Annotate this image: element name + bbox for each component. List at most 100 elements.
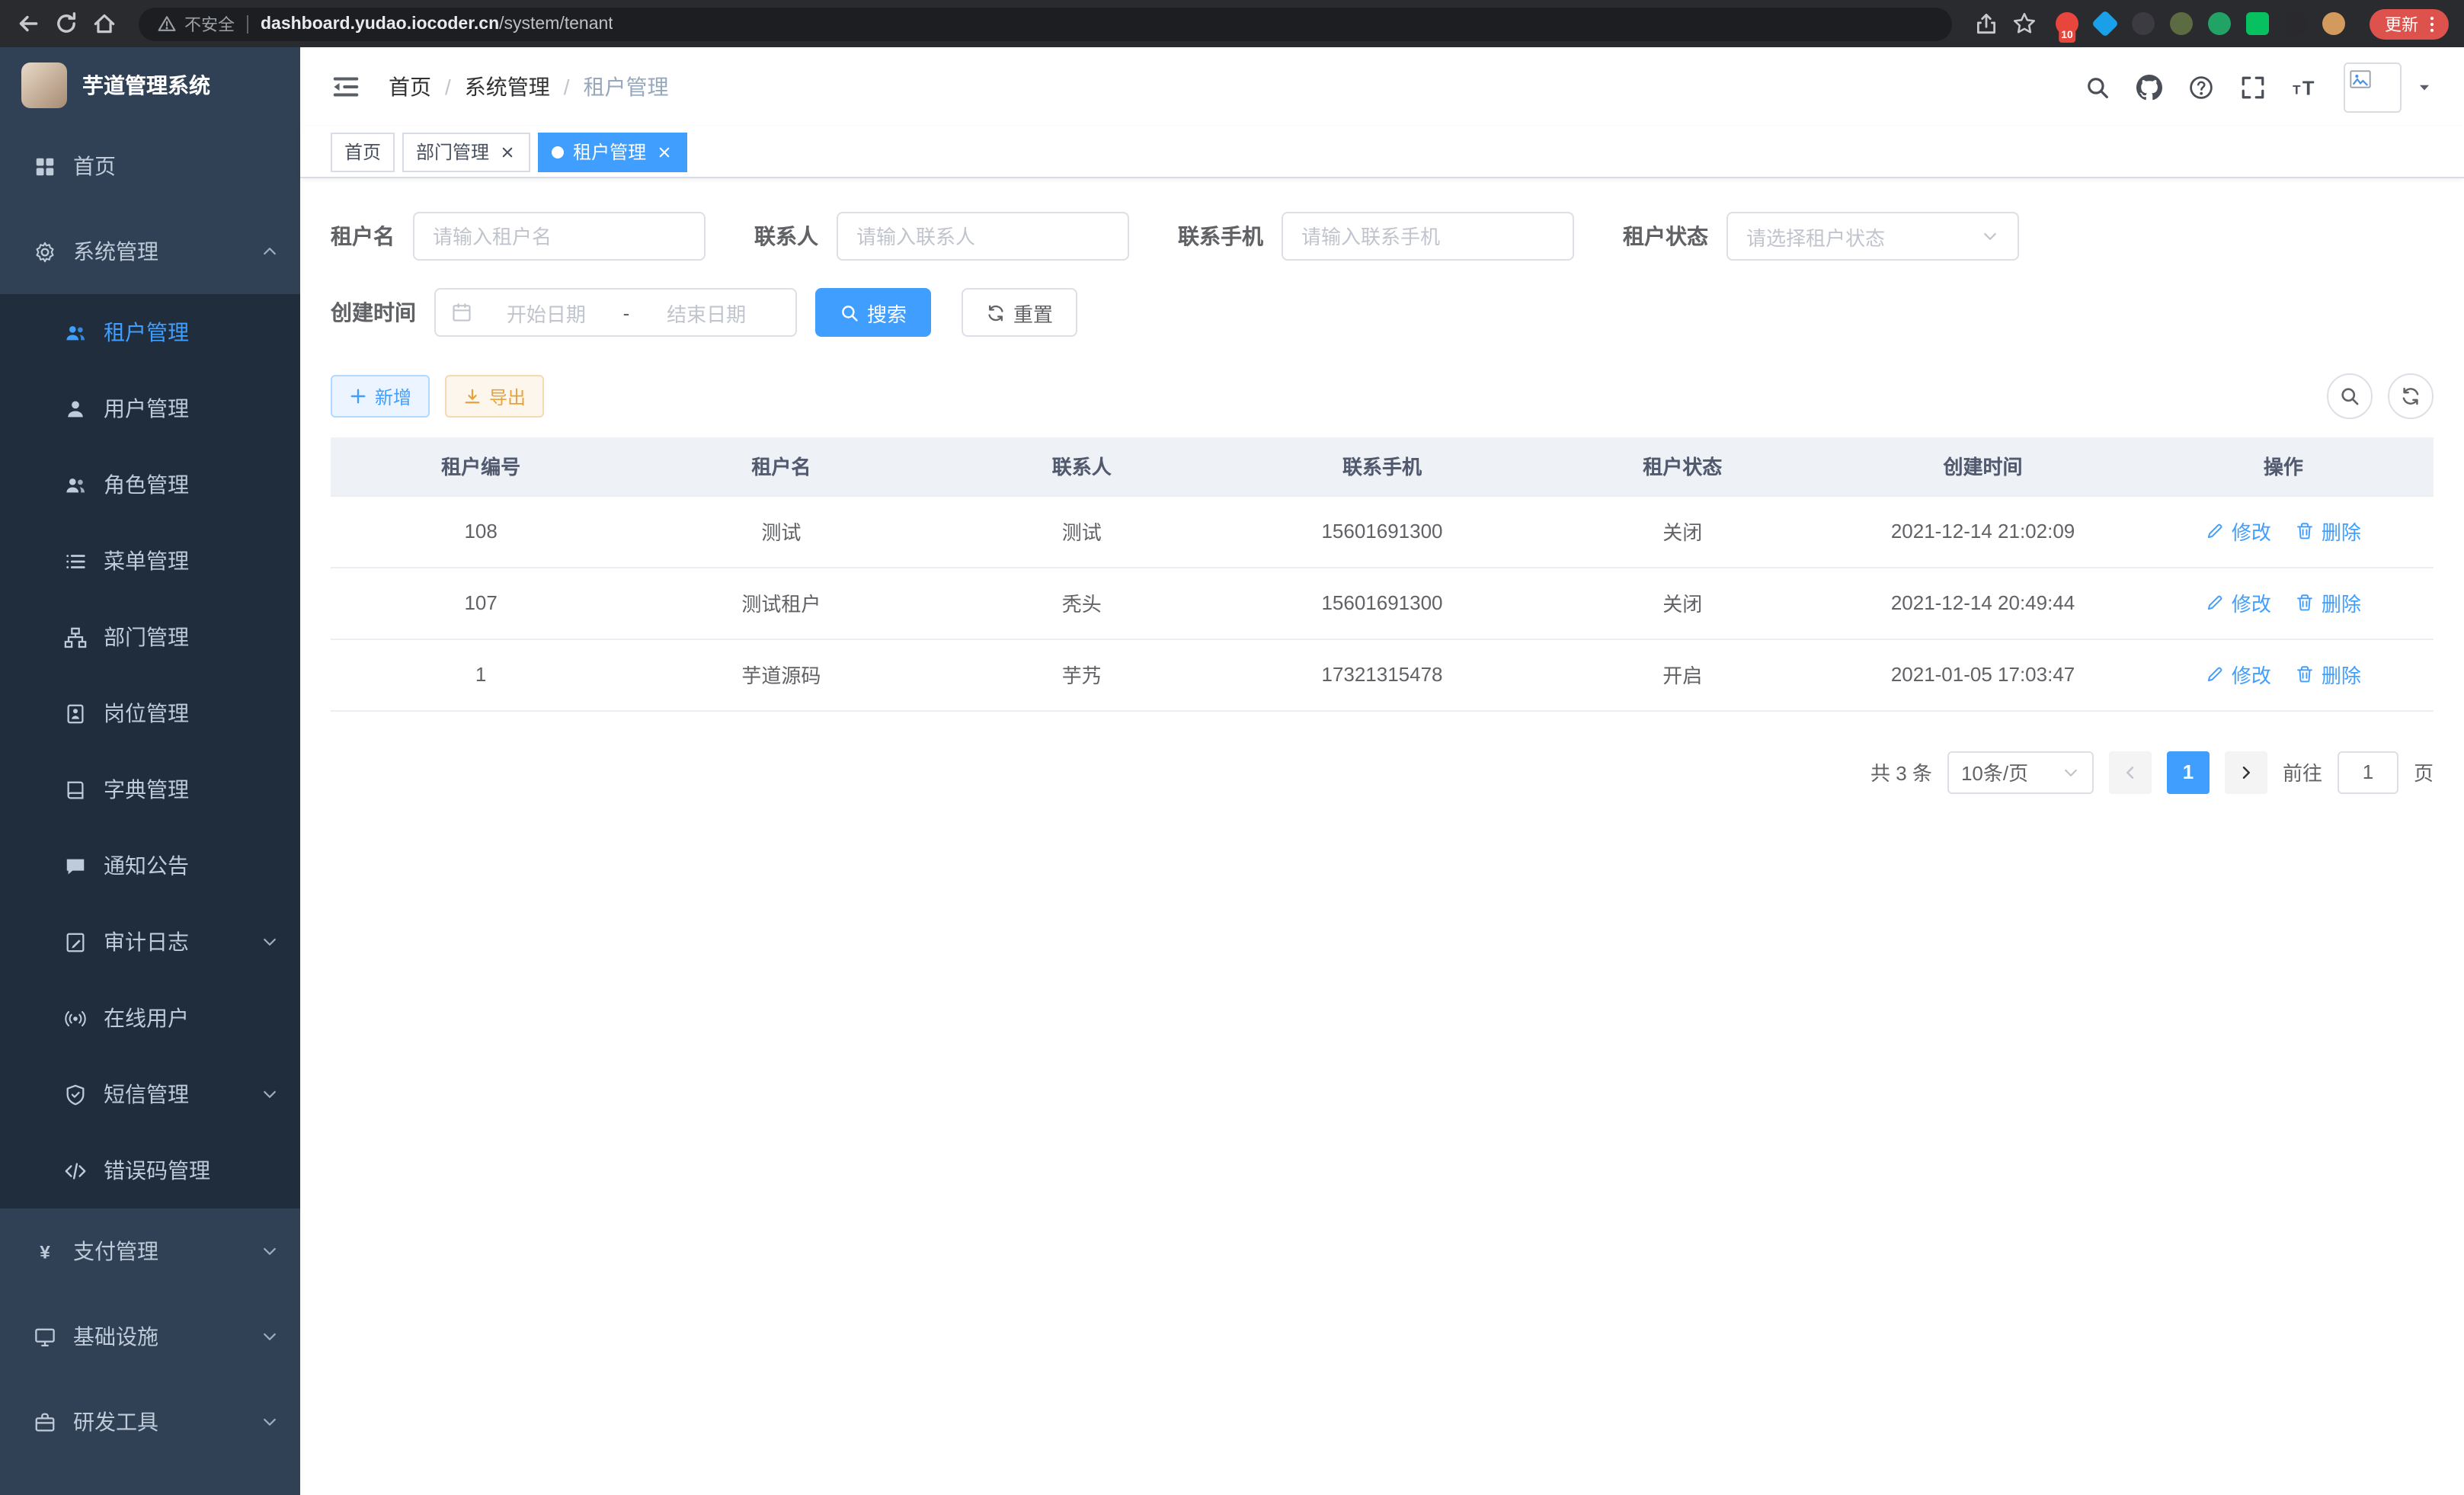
address-bar[interactable]: 不安全 dashboard.yudao.iocoder.cn/system/te… bbox=[139, 7, 1952, 40]
sidebar-item-dict-management[interactable]: 字典管理 bbox=[0, 751, 300, 828]
table-header-row: 租户编号租户名联系人联系手机租户状态创建时间操作 bbox=[331, 437, 2434, 495]
sidebar-item-system-management[interactable]: 系统管理 bbox=[0, 209, 300, 294]
sidebar-item-dev-tools[interactable]: 研发工具 bbox=[0, 1379, 300, 1465]
breadcrumb-item[interactable]: 首页 bbox=[389, 72, 431, 102]
active-tab-dot-icon bbox=[552, 146, 564, 158]
font-size-icon[interactable]: TT bbox=[2292, 74, 2318, 100]
browser-profile-avatar[interactable] bbox=[2322, 12, 2345, 35]
goto-page-input[interactable] bbox=[2338, 751, 2398, 793]
browser-back-icon[interactable] bbox=[15, 11, 41, 37]
cell-phone: 15601691300 bbox=[1232, 495, 1532, 567]
extension-icon[interactable] bbox=[2284, 12, 2307, 35]
chevron-up-icon bbox=[261, 242, 279, 261]
delete-button[interactable]: 删除 bbox=[2296, 517, 2361, 546]
header-search-icon[interactable] bbox=[2085, 74, 2110, 100]
sidebar-item-notice-announcement[interactable]: 通知公告 bbox=[0, 828, 300, 904]
edit-button[interactable]: 修改 bbox=[2206, 517, 2271, 546]
search-icon bbox=[840, 303, 859, 322]
help-icon[interactable] bbox=[2188, 74, 2214, 100]
chevron-right-icon bbox=[2237, 763, 2255, 781]
sidebar-item-menu-management[interactable]: 菜单管理 bbox=[0, 523, 300, 599]
table-row: 1芋道源码芋艿17321315478开启2021-01-05 17:03:47修… bbox=[331, 639, 2434, 710]
reset-button[interactable]: 重置 bbox=[962, 288, 1077, 337]
prev-page-button[interactable] bbox=[2109, 751, 2152, 793]
github-icon[interactable] bbox=[2136, 74, 2162, 100]
next-page-button[interactable] bbox=[2225, 751, 2267, 793]
tab-close-icon[interactable] bbox=[498, 142, 517, 161]
tab-dept-management[interactable]: 部门管理 bbox=[402, 132, 530, 171]
export-button[interactable]: 导出 bbox=[445, 375, 544, 418]
sidebar-item-label: 字典管理 bbox=[104, 774, 279, 805]
tab-close-icon[interactable] bbox=[655, 142, 674, 161]
log-icon bbox=[64, 930, 87, 953]
sidebar-item-post-management[interactable]: 岗位管理 bbox=[0, 675, 300, 751]
cell-status: 开启 bbox=[1532, 639, 1832, 710]
status-select[interactable]: 请选择租户状态 bbox=[1726, 212, 2019, 261]
add-button[interactable]: 新增 bbox=[331, 375, 430, 418]
user-avatar[interactable] bbox=[2344, 62, 2402, 112]
browser-reload-icon[interactable] bbox=[53, 11, 79, 37]
sidebar-item-sms-management[interactable]: 短信管理 bbox=[0, 1056, 300, 1132]
sidebar-item-role-management[interactable]: 角色管理 bbox=[0, 447, 300, 523]
tab-label: 租户管理 bbox=[573, 139, 646, 165]
refresh-table-button[interactable] bbox=[2388, 373, 2434, 419]
browser-chrome: 不安全 dashboard.yudao.iocoder.cn/system/te… bbox=[0, 0, 2464, 47]
page-number-button[interactable]: 1 bbox=[2167, 751, 2210, 793]
delete-button[interactable]: 删除 bbox=[2296, 660, 2361, 689]
tab-tenant-management[interactable]: 租户管理 bbox=[538, 132, 687, 171]
share-icon[interactable] bbox=[1973, 11, 1999, 37]
browser-update-button[interactable]: 更新 bbox=[2370, 8, 2449, 39]
extension-icon[interactable] bbox=[2246, 12, 2269, 35]
sidebar-item-audit-log[interactable]: 审计日志 bbox=[0, 904, 300, 980]
cell-phone: 15601691300 bbox=[1232, 567, 1532, 639]
date-range-separator: - bbox=[620, 301, 633, 324]
extensions-tray: 10 bbox=[2056, 12, 2345, 35]
browser-menu-kebab-icon[interactable] bbox=[2421, 13, 2443, 34]
sidebar-toggle-icon[interactable] bbox=[331, 72, 361, 102]
app-logo[interactable]: 芋道管理系统 bbox=[0, 47, 300, 123]
breadcrumb-item[interactable]: 系统管理 bbox=[465, 72, 550, 102]
extension-icon[interactable] bbox=[2091, 10, 2119, 37]
sidebar-item-error-code-management[interactable]: 错误码管理 bbox=[0, 1132, 300, 1208]
create-time-range-picker[interactable]: 开始日期 - 结束日期 bbox=[434, 288, 797, 337]
extension-icon[interactable] bbox=[2208, 12, 2231, 35]
sidebar-item-dept-management[interactable]: 部门管理 bbox=[0, 599, 300, 675]
search-button[interactable]: 搜索 bbox=[815, 288, 931, 337]
extension-icon[interactable]: 10 bbox=[2056, 12, 2078, 35]
tenant-name-input[interactable] bbox=[413, 212, 706, 261]
add-button-label: 新增 bbox=[375, 383, 411, 409]
user-icon bbox=[64, 397, 87, 420]
column-header: 联系人 bbox=[932, 437, 1232, 495]
sidebar-item-user-management[interactable]: 用户管理 bbox=[0, 370, 300, 447]
delete-button[interactable]: 删除 bbox=[2296, 588, 2361, 617]
fullscreen-icon[interactable] bbox=[2240, 74, 2266, 100]
edit-button[interactable]: 修改 bbox=[2206, 588, 2271, 617]
tab-home[interactable]: 首页 bbox=[331, 132, 395, 171]
sidebar-item-payment-management[interactable]: ¥支付管理 bbox=[0, 1208, 300, 1294]
goto-label: 前往 bbox=[2283, 757, 2322, 786]
menu-icon bbox=[64, 549, 87, 572]
sidebar-item-home[interactable]: 首页 bbox=[0, 123, 300, 209]
export-button-label: 导出 bbox=[489, 383, 526, 409]
sidebar-item-infrastructure[interactable]: 基础设施 bbox=[0, 1294, 300, 1379]
sidebar-item-tenant-management[interactable]: 租户管理 bbox=[0, 294, 300, 370]
edit-button[interactable]: 修改 bbox=[2206, 660, 2271, 689]
sidebar-item-label: 角色管理 bbox=[104, 469, 279, 500]
browser-home-icon[interactable] bbox=[91, 11, 117, 37]
extension-icon[interactable] bbox=[2170, 12, 2193, 35]
page-size-select[interactable]: 10条/页 bbox=[1947, 751, 2094, 793]
toggle-search-button[interactable] bbox=[2327, 373, 2373, 419]
contact-input[interactable] bbox=[837, 212, 1129, 261]
download-icon bbox=[463, 387, 482, 405]
chevron-down-icon bbox=[261, 1327, 279, 1346]
user-menu-caret-icon[interactable] bbox=[2415, 78, 2434, 96]
calendar-icon bbox=[451, 302, 472, 323]
bookmark-star-icon[interactable] bbox=[2011, 11, 2037, 37]
page-unit-label: 页 bbox=[2414, 757, 2434, 786]
sidebar: 芋道管理系统 首页系统管理租户管理用户管理角色管理菜单管理部门管理岗位管理字典管… bbox=[0, 47, 300, 1495]
end-date-placeholder: 结束日期 bbox=[632, 298, 780, 327]
sidebar-item-online-users[interactable]: 在线用户 bbox=[0, 980, 300, 1056]
extension-icon[interactable] bbox=[2132, 12, 2155, 35]
phone-input[interactable] bbox=[1282, 212, 1574, 261]
gear-icon bbox=[34, 240, 56, 263]
